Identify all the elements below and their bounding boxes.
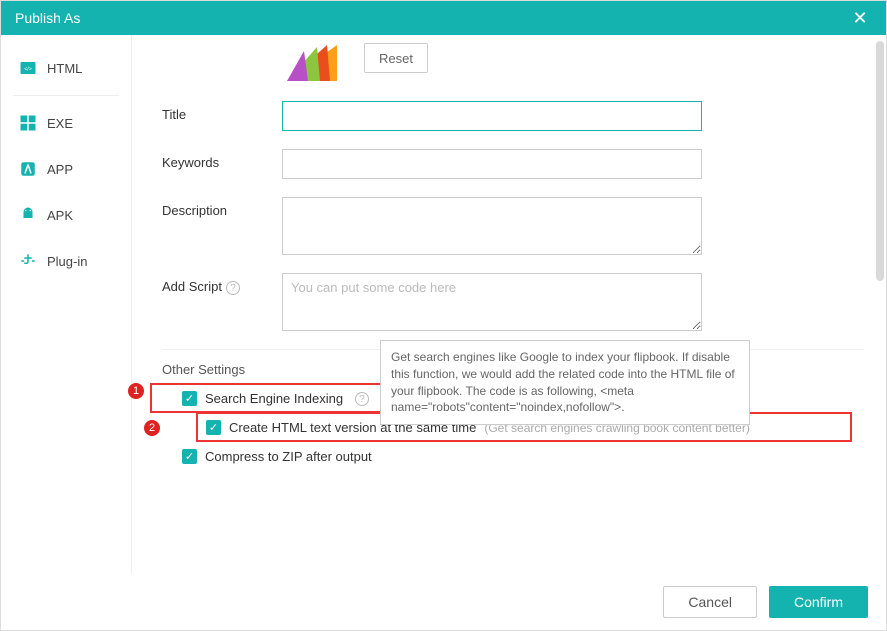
android-icon [19, 206, 37, 224]
plugin-icon [19, 252, 37, 270]
help-icon[interactable]: ? [355, 392, 369, 406]
se-indexing-label: Search Engine Indexing [205, 391, 343, 406]
annotation-badge-1: 1 [128, 383, 144, 399]
annotation-badge-2: 2 [144, 420, 160, 436]
thumbnail-preview [282, 43, 342, 83]
sidebar-item-app[interactable]: APP [1, 146, 131, 192]
title-input[interactable] [282, 101, 702, 131]
keywords-input[interactable] [282, 149, 702, 179]
help-icon[interactable]: ? [226, 281, 240, 295]
addscript-input[interactable] [282, 273, 702, 331]
tooltip-text: Get search engines like Google to index … [391, 350, 735, 414]
svg-text:</>: </> [24, 66, 32, 72]
reset-button[interactable]: Reset [364, 43, 428, 73]
sidebar-item-exe[interactable]: EXE [1, 100, 131, 146]
exe-icon [19, 114, 37, 132]
checkbox-checked-icon: ✓ [182, 449, 197, 464]
checkbox-row-compress-zip[interactable]: ✓ Compress to ZIP after output [182, 449, 864, 464]
sidebar-item-label: APP [47, 162, 73, 177]
sidebar-item-label: EXE [47, 116, 73, 131]
scrollbar-thumb[interactable] [876, 41, 884, 281]
confirm-button[interactable]: Confirm [769, 586, 868, 618]
scrollbar-vertical[interactable] [876, 41, 884, 570]
cancel-button[interactable]: Cancel [663, 586, 757, 618]
description-input[interactable] [282, 197, 702, 255]
dialog-body: </> HTML EXE APP APK [1, 35, 886, 574]
checkbox-checked-icon: ✓ [182, 391, 197, 406]
title-label: Title [162, 101, 282, 122]
footer: Cancel Confirm [1, 574, 886, 630]
app-icon [19, 160, 37, 178]
compress-zip-label: Compress to ZIP after output [205, 449, 372, 464]
main-panel: Reset Title Keywords Description Add Scr… [132, 35, 886, 574]
titlebar: Publish As ✕ [1, 1, 886, 35]
dialog-title: Publish As [15, 10, 80, 26]
keywords-label: Keywords [162, 149, 282, 170]
close-icon[interactable]: ✕ [848, 8, 872, 29]
sidebar-item-label: APK [47, 208, 73, 223]
sidebar-item-label: Plug-in [47, 254, 87, 269]
sidebar-item-label: HTML [47, 61, 82, 76]
addscript-label: Add Script? [162, 273, 282, 295]
sidebar-item-apk[interactable]: APK [1, 192, 131, 238]
description-label: Description [162, 197, 282, 218]
html-icon: </> [19, 59, 37, 77]
checkbox-checked-icon: ✓ [206, 420, 221, 435]
sidebar-item-plugin[interactable]: Plug-in [1, 238, 131, 284]
sidebar-item-html[interactable]: </> HTML [1, 45, 131, 91]
sidebar: </> HTML EXE APP APK [1, 35, 131, 574]
publish-as-dialog: Publish As ✕ </> HTML EXE APP [0, 0, 887, 631]
tooltip: Get search engines like Google to index … [380, 340, 750, 425]
